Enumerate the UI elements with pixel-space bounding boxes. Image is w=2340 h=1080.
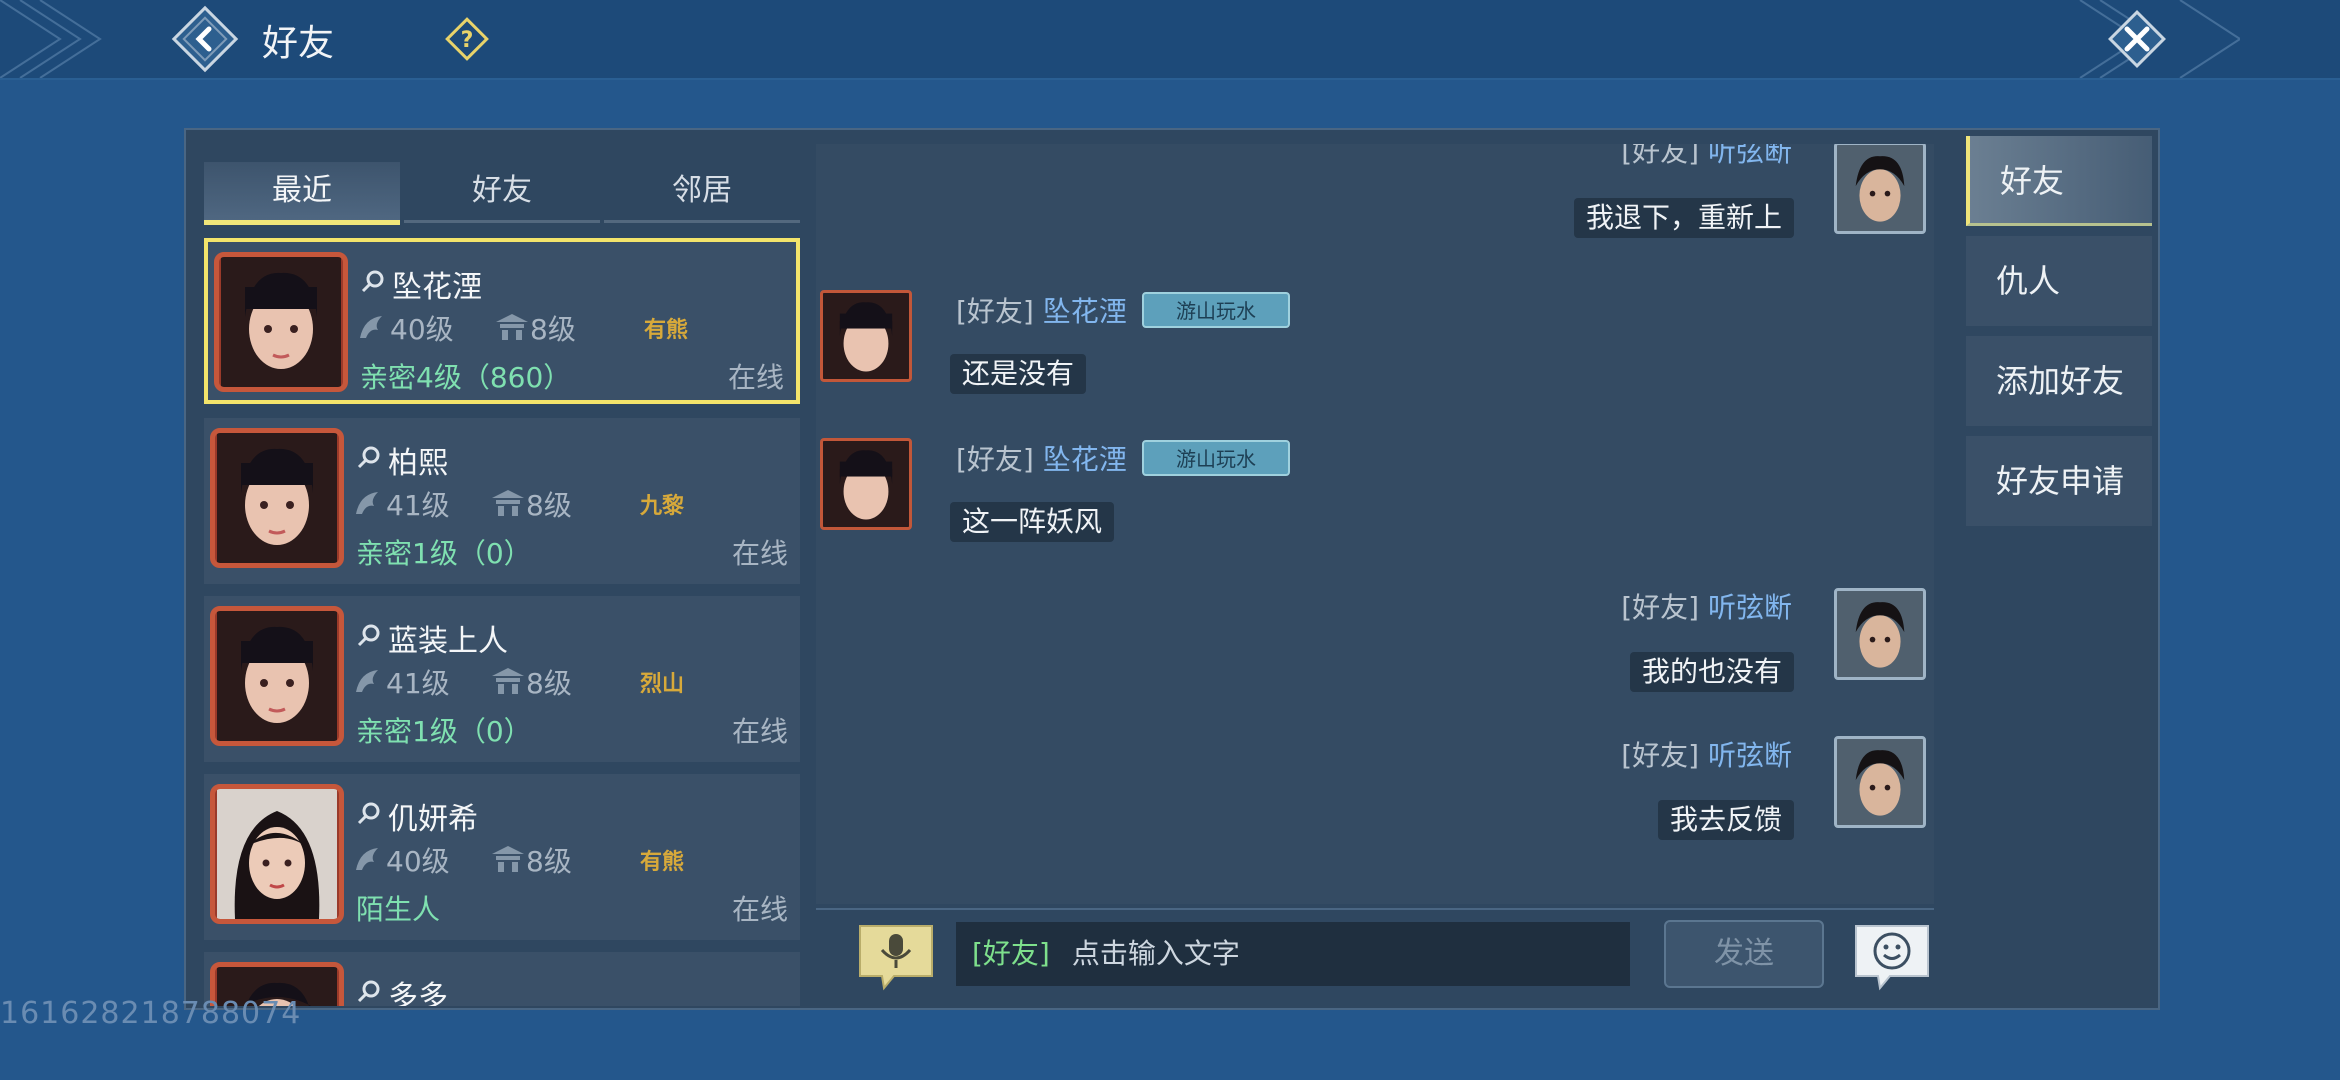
title-badge: 游山玩水 (1142, 440, 1290, 476)
message-header: [好友] 听弦断 (1621, 144, 1792, 170)
help-button[interactable]: ? (444, 16, 490, 62)
contact-name: 仉妍希 (388, 802, 478, 837)
title-badge: 游山玩水 (1142, 292, 1290, 328)
top-bar: 好友 ? (0, 0, 2340, 80)
contact-intimacy: 亲密1级（0） (356, 537, 532, 570)
sender-name[interactable]: 听弦断 (1708, 739, 1792, 772)
close-icon (2108, 10, 2166, 68)
message-bubble: 这一阵妖风 (950, 502, 1115, 542)
contact-name: 柏熙 (388, 446, 448, 481)
contact-status: 在线 (731, 537, 788, 570)
contact-guild-level: 8级 (526, 845, 572, 878)
search-icon[interactable] (356, 800, 382, 826)
message-bubble: 我的也没有 (1629, 652, 1794, 692)
contact-status: 在线 (731, 893, 788, 926)
contact-level: 40级 (390, 313, 454, 346)
side-tab-add-friend[interactable]: 添加好友 (1966, 336, 2152, 426)
friends-panel: 最近 好友 邻居 坠花湮 40级 8级 有熊 亲密4级（860） 在线 柏熙 4… (184, 128, 2160, 1010)
sender-name[interactable]: 坠花湮 (1043, 443, 1127, 476)
emoji-button[interactable] (1852, 920, 1932, 992)
contact-badge: 有熊 (644, 318, 689, 343)
contact-level: 41级 (386, 489, 450, 522)
chat-input-bar: [好友] 点击输入文字 发送 (816, 908, 1934, 1006)
message-input[interactable]: [好友] 点击输入文字 (956, 922, 1630, 986)
contact-name: 坠花湮 (392, 270, 482, 305)
contact-name: 多多 (388, 980, 448, 1006)
side-tab-friend-requests[interactable]: 好友申请 (1966, 436, 2152, 526)
avatar (214, 252, 348, 392)
contact-guild-level: 8级 (530, 313, 576, 346)
search-icon[interactable] (356, 978, 382, 1004)
contact-level: 40级 (386, 845, 450, 878)
contact-name: 蓝装上人 (388, 624, 508, 659)
tab-recent[interactable]: 最近 (204, 162, 400, 225)
contact-badge: 烈山 (640, 672, 685, 697)
svg-text:?: ? (461, 28, 474, 53)
avatar[interactable] (1834, 144, 1926, 234)
watermark-text: 161628218788074 (0, 996, 302, 1031)
sender-name[interactable]: 听弦断 (1708, 591, 1792, 624)
side-tab-friends[interactable]: 好友 (1966, 136, 2152, 226)
avatar[interactable] (1834, 736, 1926, 828)
search-icon[interactable] (356, 622, 382, 648)
level-icon (356, 848, 378, 870)
level-icon (360, 316, 382, 338)
search-icon[interactable] (360, 268, 386, 294)
contact-item[interactable]: 仉妍希 40级 8级 有熊 陌生人 在线 (204, 774, 800, 940)
sender-name[interactable]: 坠花湮 (1043, 295, 1127, 328)
contact-intimacy: 亲密1级（0） (356, 715, 532, 748)
guild-icon (492, 668, 524, 694)
side-tab-enemies[interactable]: 仇人 (1966, 236, 2152, 326)
level-icon (356, 670, 378, 692)
message-header: [好友] 听弦断 (1621, 739, 1792, 772)
contact-badge: 九黎 (640, 494, 685, 519)
contact-item[interactable]: 坠花湮 40级 8级 有熊 亲密4级（860） 在线 (204, 238, 800, 404)
avatar (210, 784, 344, 924)
avatar (210, 428, 344, 568)
contact-badge: 有熊 (640, 850, 685, 875)
close-button[interactable] (2104, 6, 2170, 72)
voice-icon (859, 925, 933, 991)
guild-icon (492, 846, 524, 872)
contact-column: 最近 好友 邻居 坠花湮 40级 8级 有熊 亲密4级（860） 在线 柏熙 4… (204, 140, 804, 1006)
search-icon[interactable] (356, 444, 382, 470)
voice-button[interactable] (856, 920, 936, 992)
sender-name[interactable]: 听弦断 (1708, 144, 1792, 168)
tab-friends[interactable]: 好友 (404, 162, 600, 223)
back-button[interactable] (170, 4, 240, 74)
back-icon (171, 5, 239, 73)
message-header: [好友] 坠花湮 (956, 295, 1127, 328)
avatar (210, 606, 344, 746)
tab-neighbors[interactable]: 邻居 (604, 162, 800, 223)
emoji-icon (1855, 925, 1929, 991)
message-header: [好友] 坠花湮 (956, 443, 1127, 476)
input-channel: [好友] (972, 937, 1050, 970)
contact-item[interactable]: 柏熙 41级 8级 九黎 亲密1级（0） 在线 (204, 418, 800, 584)
send-button[interactable]: 发送 (1664, 920, 1824, 988)
contact-level: 41级 (386, 667, 450, 700)
avatar[interactable] (820, 290, 912, 382)
message-header: [好友] 听弦断 (1621, 591, 1792, 624)
contact-intimacy: 亲密4级（860） (360, 361, 572, 394)
message-bubble: 我退下，重新上 (1573, 198, 1794, 238)
contact-status: 在线 (727, 361, 784, 394)
help-icon: ? (445, 17, 489, 61)
level-icon (356, 492, 378, 514)
contact-item[interactable]: 蓝装上人 41级 8级 烈山 亲密1级（0） 在线 (204, 596, 800, 762)
chat-log[interactable]: [好友] 听弦断 我退下，重新上 [好友] 坠花湮 游山玩水 还是没有 [好友]… (816, 144, 1934, 904)
guild-icon (492, 490, 524, 516)
contact-tabs: 最近 好友 邻居 (204, 162, 804, 225)
contact-status: 在线 (731, 715, 788, 748)
avatar[interactable] (1834, 588, 1926, 680)
contact-guild-level: 8级 (526, 667, 572, 700)
avatar[interactable] (820, 438, 912, 530)
message-bubble: 我去反馈 (1657, 800, 1794, 840)
contact-guild-level: 8级 (526, 489, 572, 522)
page-title: 好友 (262, 23, 335, 64)
message-bubble: 还是没有 (950, 354, 1087, 394)
contact-intimacy: 陌生人 (356, 893, 441, 926)
guild-icon (496, 314, 528, 340)
input-placeholder: 点击输入文字 (1071, 937, 1240, 970)
